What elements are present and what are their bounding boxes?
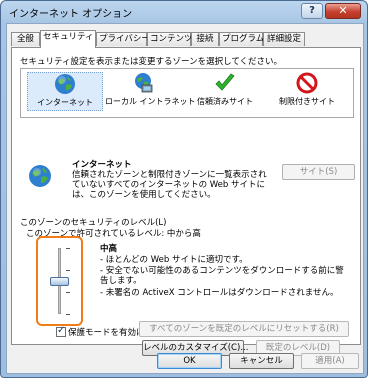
- cancel-button[interactable]: キャンセル: [229, 353, 294, 369]
- globe-icon: [29, 165, 51, 187]
- zone-label: インターネット: [37, 98, 93, 107]
- tab-content[interactable]: コンテンツ: [147, 32, 193, 46]
- slider-tick: [66, 248, 70, 249]
- protected-mode-checkbox[interactable]: [56, 325, 66, 337]
- zone-label: 制限付きサイト: [279, 97, 335, 106]
- no-entry-icon: [296, 72, 318, 94]
- tab-privacy[interactable]: プライバシー: [96, 32, 150, 46]
- zone-instruction: セキュリティ設定を表示または変更するゾーンを選択してください。: [20, 57, 283, 67]
- zone-internet[interactable]: インターネット: [27, 72, 103, 111]
- zone-info-title: インターネット: [72, 160, 132, 170]
- tab-general[interactable]: 全般: [11, 32, 40, 46]
- zone-label: 信頼済みサイト: [197, 97, 253, 106]
- intranet-icon: [135, 73, 153, 93]
- sites-button[interactable]: サイト(S): [282, 164, 355, 180]
- internet-options-dialog: インターネット オプション ? ✕ 全般 セキュリティ プライバシー コンテンツ…: [0, 0, 368, 378]
- zone-restricted-sites[interactable]: 制限付きサイト: [269, 72, 345, 107]
- window-title: インターネット オプション: [9, 9, 133, 20]
- zone-local-intranet[interactable]: ローカル イントラネット: [105, 72, 196, 107]
- dialog-client-area: 全般 セキュリティ プライバシー コンテンツ 接続 プログラム 詳細設定 セキュ…: [6, 23, 364, 374]
- zone-info-description: 信頼されたゾーンと制限付きゾーンに一覧表示されていないすべてのインターネットの …: [72, 170, 267, 200]
- close-button[interactable]: ✕: [325, 3, 361, 19]
- security-level-slider[interactable]: [36, 236, 83, 326]
- security-tab-panel: セキュリティ設定を表示または変更するゾーンを選択してください。 インターネット: [11, 47, 361, 356]
- tab-advanced[interactable]: 詳細設定: [263, 32, 305, 46]
- tab-security[interactable]: セキュリティ: [40, 30, 96, 48]
- zone-trusted-sites[interactable]: 信頼済みサイト: [187, 72, 263, 107]
- globe-icon: [55, 74, 75, 94]
- zone-list: インターネット ローカル イントラネット 信頼済みサイト 制限付きサイト: [20, 68, 354, 118]
- slider-tick: [66, 314, 70, 315]
- checkmark-icon: [215, 73, 235, 91]
- level-bullet: - 安全でない可能性のあるコンテンツをダウンロードする前に警告します。: [100, 266, 344, 286]
- apply-button[interactable]: 適用(A): [301, 353, 359, 369]
- level-name: 中高: [100, 244, 118, 254]
- tab-connections[interactable]: 接続: [191, 32, 219, 46]
- ok-button[interactable]: OK: [157, 353, 222, 369]
- tab-programs[interactable]: プログラム: [219, 32, 264, 46]
- level-bullet: - ほとんどの Web サイトに適切です。: [100, 255, 248, 265]
- slider-tick: [66, 292, 70, 293]
- reset-all-zones-button[interactable]: すべてのゾーンを既定のレベルにリセットする(R): [139, 321, 349, 337]
- slider-thumb[interactable]: [50, 277, 69, 286]
- slider-tick: [66, 270, 70, 271]
- help-button[interactable]: ?: [301, 3, 323, 19]
- level-bullet: - 未署名の ActiveX コントロールはダウンロードされません。: [100, 288, 339, 298]
- zone-label: ローカル イントラネット: [105, 97, 196, 106]
